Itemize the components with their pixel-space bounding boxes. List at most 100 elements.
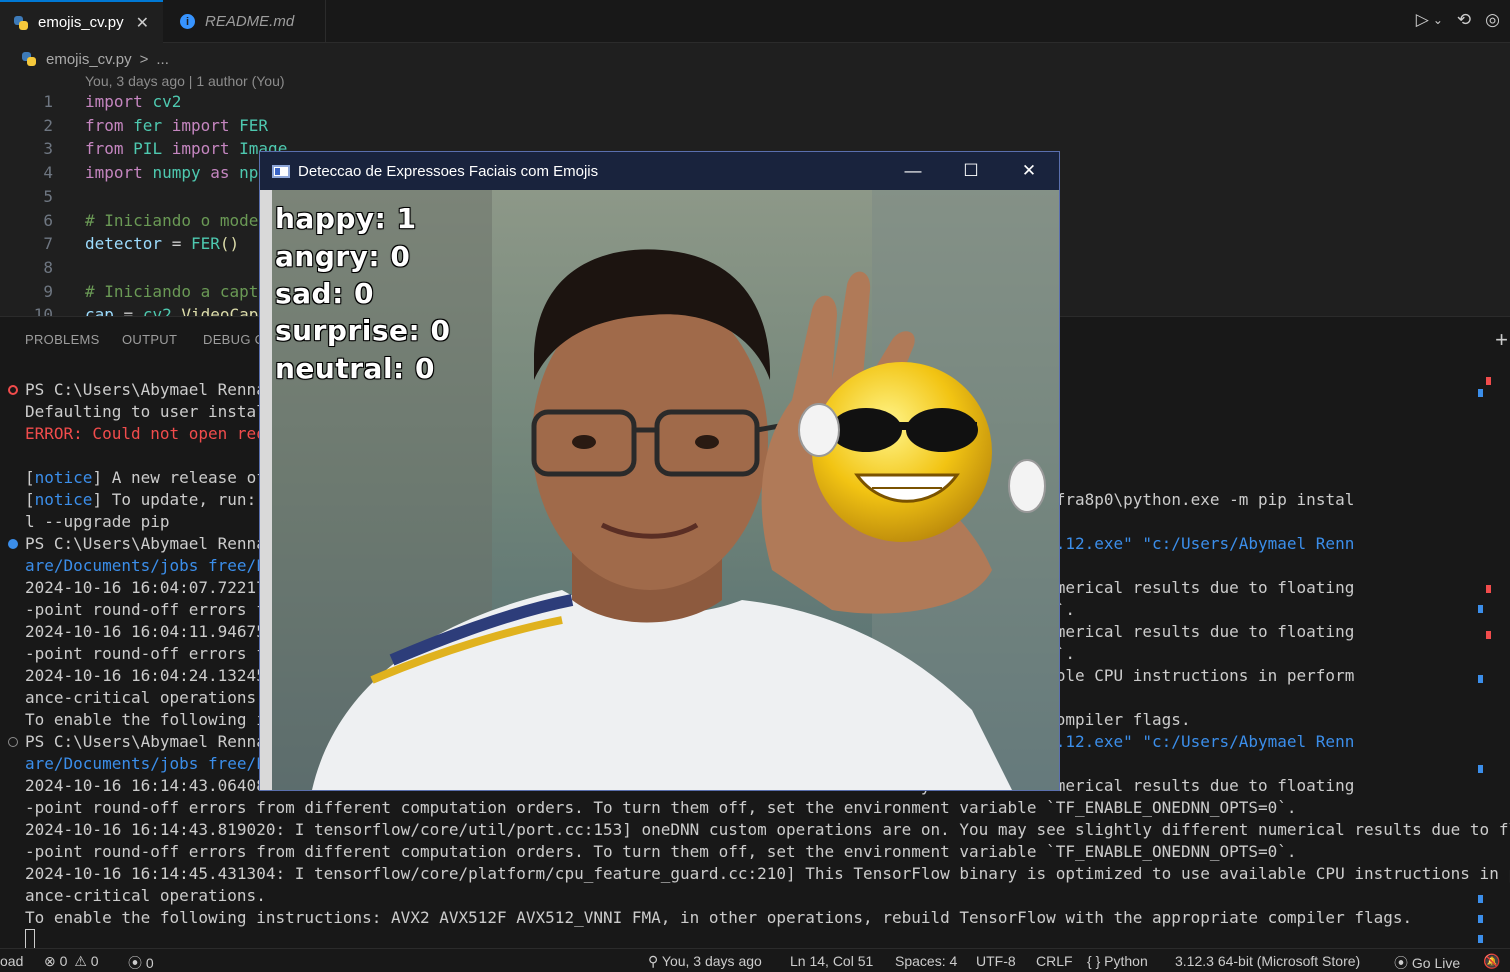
- tab-close-icon[interactable]: ✕: [136, 13, 149, 33]
- chevron-down-icon[interactable]: ⌄: [1433, 13, 1443, 30]
- terminal-line: -point round-off errors from different c…: [25, 841, 1297, 863]
- code-text: detector = FER(): [85, 232, 239, 256]
- status-ports[interactable]: ⦿ 0: [128, 953, 154, 972]
- git-blame-lens[interactable]: You, 3 days ago | 1 author (You): [85, 73, 285, 89]
- editor-actions: ▷ ⌄ ⟲ ◎: [1416, 10, 1500, 30]
- line-number: 2: [43, 115, 53, 135]
- code-token: as: [210, 163, 230, 183]
- code-token: import: [171, 139, 230, 159]
- terminal-line: Defaulting to user install: [25, 401, 275, 423]
- braces-icon: { }: [1087, 953, 1101, 969]
- minimize-button[interactable]: —: [884, 152, 942, 190]
- panel-tab-problems[interactable]: PROBLEMS: [25, 332, 100, 347]
- emotion-label-happy: happy: 1: [275, 202, 417, 235]
- webcam-frame: happy: 1 angry: 0 sad: 0 surprise: 0 neu…: [272, 190, 1059, 790]
- code-token: numpy: [152, 163, 201, 183]
- terminal-text: [: [25, 490, 35, 509]
- code-token: fer: [133, 115, 163, 135]
- history-icon[interactable]: ⟲: [1457, 10, 1471, 30]
- webcam-image: [272, 190, 1059, 790]
- warning-icon: ⚠: [74, 953, 87, 969]
- code-text: import numpy as np: [85, 161, 258, 185]
- window-title: Deteccao de Expressoes Faciais com Emoji…: [298, 162, 599, 180]
- terminal-line: ance-critical operations.: [25, 885, 266, 907]
- line-number: 3: [43, 139, 53, 159]
- command-decoration-icon[interactable]: [8, 539, 18, 549]
- line-number: 5: [43, 186, 53, 206]
- status-problems[interactable]: ⊗ 0 ⚠ 0: [44, 953, 99, 970]
- terminal-text: 2024-10-16 16:04:07.722176: [25, 578, 276, 597]
- tab-readme-md[interactable]: i README.md: [164, 0, 326, 43]
- code-line[interactable]: 1 import cv2: [0, 90, 1510, 114]
- command-error-decoration-icon[interactable]: [8, 385, 18, 395]
- code-text: from PIL import Image: [85, 137, 287, 161]
- status-bar: oad ⊗ 0 ⚠ 0 ⦿ 0 ⚲ You, 3 days ago Ln 14,…: [0, 948, 1510, 972]
- breadcrumb: emojis_cv.py > ...: [22, 48, 169, 70]
- status-interpreter[interactable]: 3.12.3 64-bit (Microsoft Store): [1175, 953, 1360, 969]
- status-encoding[interactable]: UTF-8: [976, 953, 1016, 969]
- breadcrumb-separator: >: [139, 50, 149, 68]
- terminal-text: ance-critical operations.: [25, 688, 266, 707]
- tab-emojis-cv-py[interactable]: emojis_cv.py ✕: [0, 0, 163, 43]
- status-blame[interactable]: ⚲ You, 3 days ago: [648, 953, 762, 970]
- terminal-line: ance-critical operations.: [25, 687, 266, 709]
- terminal-text: 2024-10-16 16:04:11.946753: [25, 622, 276, 641]
- run-icon[interactable]: ▷: [1416, 10, 1429, 30]
- code-token: =: [113, 305, 143, 316]
- new-terminal-icon[interactable]: +: [1495, 327, 1508, 353]
- terminal-text: are/Documents/jobs free/Em: [25, 754, 276, 773]
- source-control-icon[interactable]: ◎: [1485, 10, 1500, 30]
- line-number: 8: [43, 257, 53, 277]
- breadcrumb-file[interactable]: emojis_cv.py: [46, 51, 132, 68]
- terminal-cursor: [25, 929, 35, 949]
- code-line[interactable]: 2 from fer import FER: [0, 114, 1510, 138]
- code-text: # Iniciando a captura: [85, 280, 287, 304]
- terminal-scrollbar[interactable]: [1477, 375, 1491, 945]
- line-number: 9: [43, 281, 53, 301]
- command-decoration-icon[interactable]: [8, 737, 18, 747]
- window-title-bar[interactable]: Deteccao de Expressoes Faciais com Emoji…: [260, 152, 1059, 190]
- status-language[interactable]: { } Python: [1087, 953, 1148, 969]
- panel-tab-output[interactable]: OUTPUT: [122, 332, 177, 347]
- status-go-live[interactable]: ⦿ Go Live: [1394, 953, 1460, 972]
- notifications-muted-icon[interactable]: 🔕: [1483, 953, 1500, 970]
- code-token: cv2: [142, 305, 172, 316]
- code-token: PIL: [133, 139, 163, 159]
- maximize-button[interactable]: ☐: [942, 152, 1000, 190]
- terminal-line: -point round-off errors from different c…: [25, 797, 1297, 819]
- terminal-line: 2024-10-16 16:14:45.431304: I tensorflow…: [25, 863, 1510, 885]
- status-warning-count: 0: [90, 953, 99, 969]
- code-token: cap: [85, 305, 114, 316]
- error-icon: ⊗: [44, 953, 56, 969]
- terminal-line: ERROR: Could not open requ: [25, 423, 275, 445]
- status-go-live-text: Go Live: [1411, 955, 1461, 971]
- status-indentation[interactable]: Spaces: 4: [895, 953, 957, 969]
- terminal-text: notice: [34, 468, 93, 487]
- info-icon: i: [180, 14, 195, 29]
- terminal-text: Defaulting to user install: [25, 402, 276, 421]
- breadcrumb-more[interactable]: ...: [156, 51, 169, 68]
- status-cursor-position[interactable]: Ln 14, Col 51: [790, 953, 873, 969]
- code-token: from: [85, 139, 124, 159]
- tab-label: README.md: [205, 13, 295, 30]
- terminal-text: PS C:\Users\Abymael Rennar: [25, 534, 276, 553]
- status-left-clip[interactable]: oad: [0, 953, 23, 969]
- code-token: FER: [239, 115, 269, 135]
- line-number: 4: [43, 163, 53, 183]
- opencv-window[interactable]: Deteccao de Expressoes Faciais com Emoji…: [259, 151, 1060, 791]
- tab-label: emojis_cv.py: [38, 14, 124, 31]
- terminal-text: To enable the following in: [25, 710, 276, 729]
- terminal-text: l --upgrade pip: [25, 512, 170, 531]
- code-token: import: [85, 163, 143, 183]
- status-eol[interactable]: CRLF: [1036, 953, 1073, 969]
- emotion-label-surprise: surprise: 0: [275, 314, 451, 347]
- close-button[interactable]: ✕: [1000, 152, 1058, 190]
- terminal-text: -point round-off errors from different c…: [25, 798, 1297, 817]
- terminal-text: PS C:\Users\Abymael Rennar: [25, 380, 276, 399]
- terminal-text: notice: [34, 490, 93, 509]
- terminal-text: -point round-off errors fr: [25, 644, 276, 663]
